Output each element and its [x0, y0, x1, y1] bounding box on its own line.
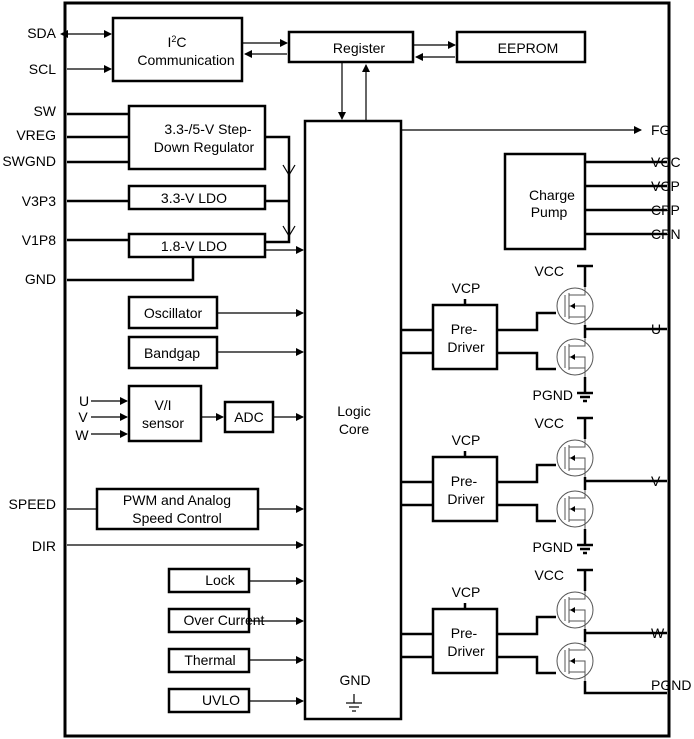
eeprom-block: EEPROM	[455, 30, 587, 64]
i2c-communication-block: I2C Communication	[111, 16, 244, 83]
svg-text:Oscillator: Oscillator	[144, 305, 203, 321]
svg-text:Pre-: Pre-	[451, 321, 478, 337]
svg-text:3.3-V LDO: 3.3-V LDO	[161, 190, 227, 206]
vcp-label: VCP	[452, 280, 481, 296]
left-pin-labels: SDA SCL SW VREG SWGND V3P3 V1P8 GND SPEE…	[2, 25, 56, 554]
svg-text:Charge: Charge	[529, 187, 575, 203]
svg-text:Thermal: Thermal	[184, 652, 235, 668]
svg-text:PWM and Analog: PWM and Analog	[123, 492, 231, 508]
pin-pgnd: PGND	[651, 677, 691, 693]
gnd-wire	[67, 258, 195, 282]
svg-text:Core: Core	[339, 421, 370, 437]
svg-text:Lock: Lock	[205, 572, 236, 588]
pin-dir: DIR	[32, 538, 56, 554]
adc-block: ADC	[223, 400, 275, 434]
vcp-label: VCP	[452, 584, 481, 600]
svg-text:ADC: ADC	[234, 409, 264, 425]
ground-icon	[577, 391, 593, 403]
pgnd-label: PGND	[533, 387, 573, 403]
svg-text:Communication: Communication	[137, 52, 234, 68]
svg-text:Driver: Driver	[447, 491, 485, 507]
svg-text:Over Current: Over Current	[184, 612, 265, 628]
lock-block: Lock	[167, 567, 251, 594]
pgnd-label: PGND	[533, 539, 573, 555]
svg-text:sensor: sensor	[142, 415, 184, 431]
svg-text:Register: Register	[333, 40, 385, 56]
svg-text:UVLO: UVLO	[202, 692, 240, 708]
supply-bus	[266, 135, 291, 244]
svg-text:Pump: Pump	[531, 204, 568, 220]
oscillator-block: Oscillator	[127, 295, 219, 330]
mosfet-icon	[556, 590, 594, 630]
pwm-speed-control-block: PWM and Analog Speed Control	[95, 487, 260, 531]
pin-vreg: VREG	[16, 127, 56, 143]
uvlo-block: UVLO	[167, 687, 251, 714]
svg-text:Pre-: Pre-	[451, 473, 478, 489]
svg-text:Down Regulator: Down Regulator	[154, 139, 255, 155]
mosfet-icon	[556, 286, 594, 326]
pin-sw: SW	[33, 103, 56, 119]
vcc-label: VCC	[534, 263, 564, 279]
pin-gnd: GND	[25, 271, 56, 287]
svg-text:1.8-V LDO: 1.8-V LDO	[161, 238, 227, 254]
pin-swgnd: SWGND	[2, 153, 56, 169]
svg-text:EEPROM: EEPROM	[498, 40, 559, 56]
svg-text:Pre-: Pre-	[451, 625, 478, 641]
svg-text:Driver: Driver	[447, 643, 485, 659]
mosfet-icon	[556, 438, 594, 478]
svg-text:Bandgap: Bandgap	[144, 345, 200, 361]
svg-text:U: U	[79, 393, 89, 409]
ground-icon	[577, 543, 593, 555]
charge-pump-block: Charge Pump	[503, 152, 587, 251]
mosfet-icon	[556, 489, 594, 529]
pin-v3p3: V3P3	[22, 193, 56, 209]
svg-text:I2C: I2C	[167, 34, 186, 50]
svg-text:3.3-/5-V Step-: 3.3-/5-V Step-	[164, 121, 251, 137]
bandgap-block: Bandgap	[127, 335, 219, 370]
block-diagram: SDA SCL SW VREG SWGND V3P3 V1P8 GND SPEE…	[2, 1, 691, 738]
mosfet-icon	[556, 337, 594, 377]
ldo-1v8-block: 1.8-V LDO	[127, 232, 267, 259]
phase-stage-v: Pre- Driver VCP VCC PGND	[402, 415, 667, 555]
svg-text:V/I: V/I	[154, 397, 171, 413]
ldo-3v3-block: 3.3-V LDO	[127, 184, 267, 211]
vcp-label: VCP	[452, 432, 481, 448]
svg-text:Logic: Logic	[337, 403, 370, 419]
vi-sensor-block: V/I sensor	[127, 384, 203, 443]
phase-stage-u: Pre- Driver VCP VCC PGND	[402, 263, 667, 403]
vcc-label: VCC	[534, 567, 564, 583]
thermal-block: Thermal	[167, 647, 251, 674]
pin-fg: FG	[651, 122, 670, 138]
pin-sda: SDA	[27, 25, 56, 41]
step-down-regulator-block: 3.3-/5-V Step- Down Regulator	[127, 104, 267, 171]
mosfet-icon	[556, 641, 594, 681]
svg-text:W: W	[75, 427, 89, 443]
pin-speed: SPEED	[9, 496, 56, 512]
logic-core-block: Logic Core GND	[303, 119, 403, 721]
svg-text:GND: GND	[339, 672, 370, 688]
pin-v1p8: V1P8	[22, 232, 56, 248]
svg-text:Driver: Driver	[447, 339, 485, 355]
svg-text:V: V	[78, 409, 88, 425]
phase-stage-w: Pre- Driver VCP VCC	[402, 567, 667, 695]
vcc-label: VCC	[534, 415, 564, 431]
pin-scl: SCL	[29, 61, 56, 77]
register-block: Register	[287, 30, 415, 64]
phase-stages: Pre- Driver VCP VCC PGND Pre- Driver VCP VCC PGND…	[402, 263, 667, 695]
right-pin-labels: FG VCC VCP CPP CPN U V W PGND	[651, 122, 691, 693]
svg-text:Speed Control: Speed Control	[132, 510, 222, 526]
